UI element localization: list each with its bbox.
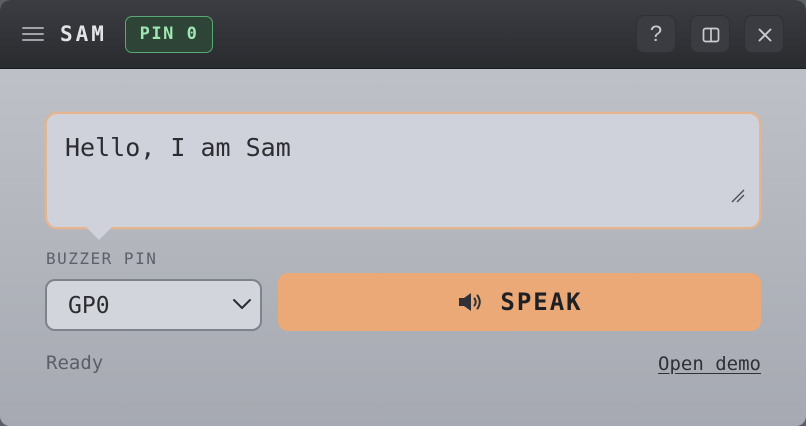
close-icon	[758, 28, 772, 42]
split-view-button[interactable]	[690, 15, 730, 53]
speech-bubble-tail	[85, 226, 113, 240]
buzzer-pin-label: BUZZER PIN	[46, 249, 158, 268]
buzzer-pin-selected-value: GP0	[68, 293, 110, 319]
close-button[interactable]	[744, 15, 784, 53]
pin-status-badge: PIN 0	[125, 16, 213, 53]
open-demo-link[interactable]: Open demo	[658, 352, 761, 376]
app-window: SAM PIN 0 ? Hello, I am Sam BUZZER PIN G…	[0, 0, 806, 426]
speech-text-input[interactable]: Hello, I am Sam	[45, 112, 761, 229]
speak-button-label: SPEAK	[500, 288, 583, 316]
app-title: SAM	[60, 22, 107, 46]
menu-icon[interactable]	[22, 25, 44, 43]
help-icon: ?	[649, 21, 663, 46]
buzzer-pin-select[interactable]: GP0	[45, 279, 262, 331]
help-button[interactable]: ?	[636, 15, 676, 53]
split-view-icon	[702, 27, 720, 43]
resize-handle-icon[interactable]	[729, 187, 745, 203]
status-text: Ready	[46, 352, 104, 374]
speech-text-value: Hello, I am Sam	[65, 133, 291, 162]
chevron-down-icon	[233, 299, 251, 309]
speak-button[interactable]: SPEAK	[278, 273, 761, 331]
speaker-icon	[459, 293, 482, 311]
title-bar: SAM PIN 0 ?	[0, 0, 806, 69]
